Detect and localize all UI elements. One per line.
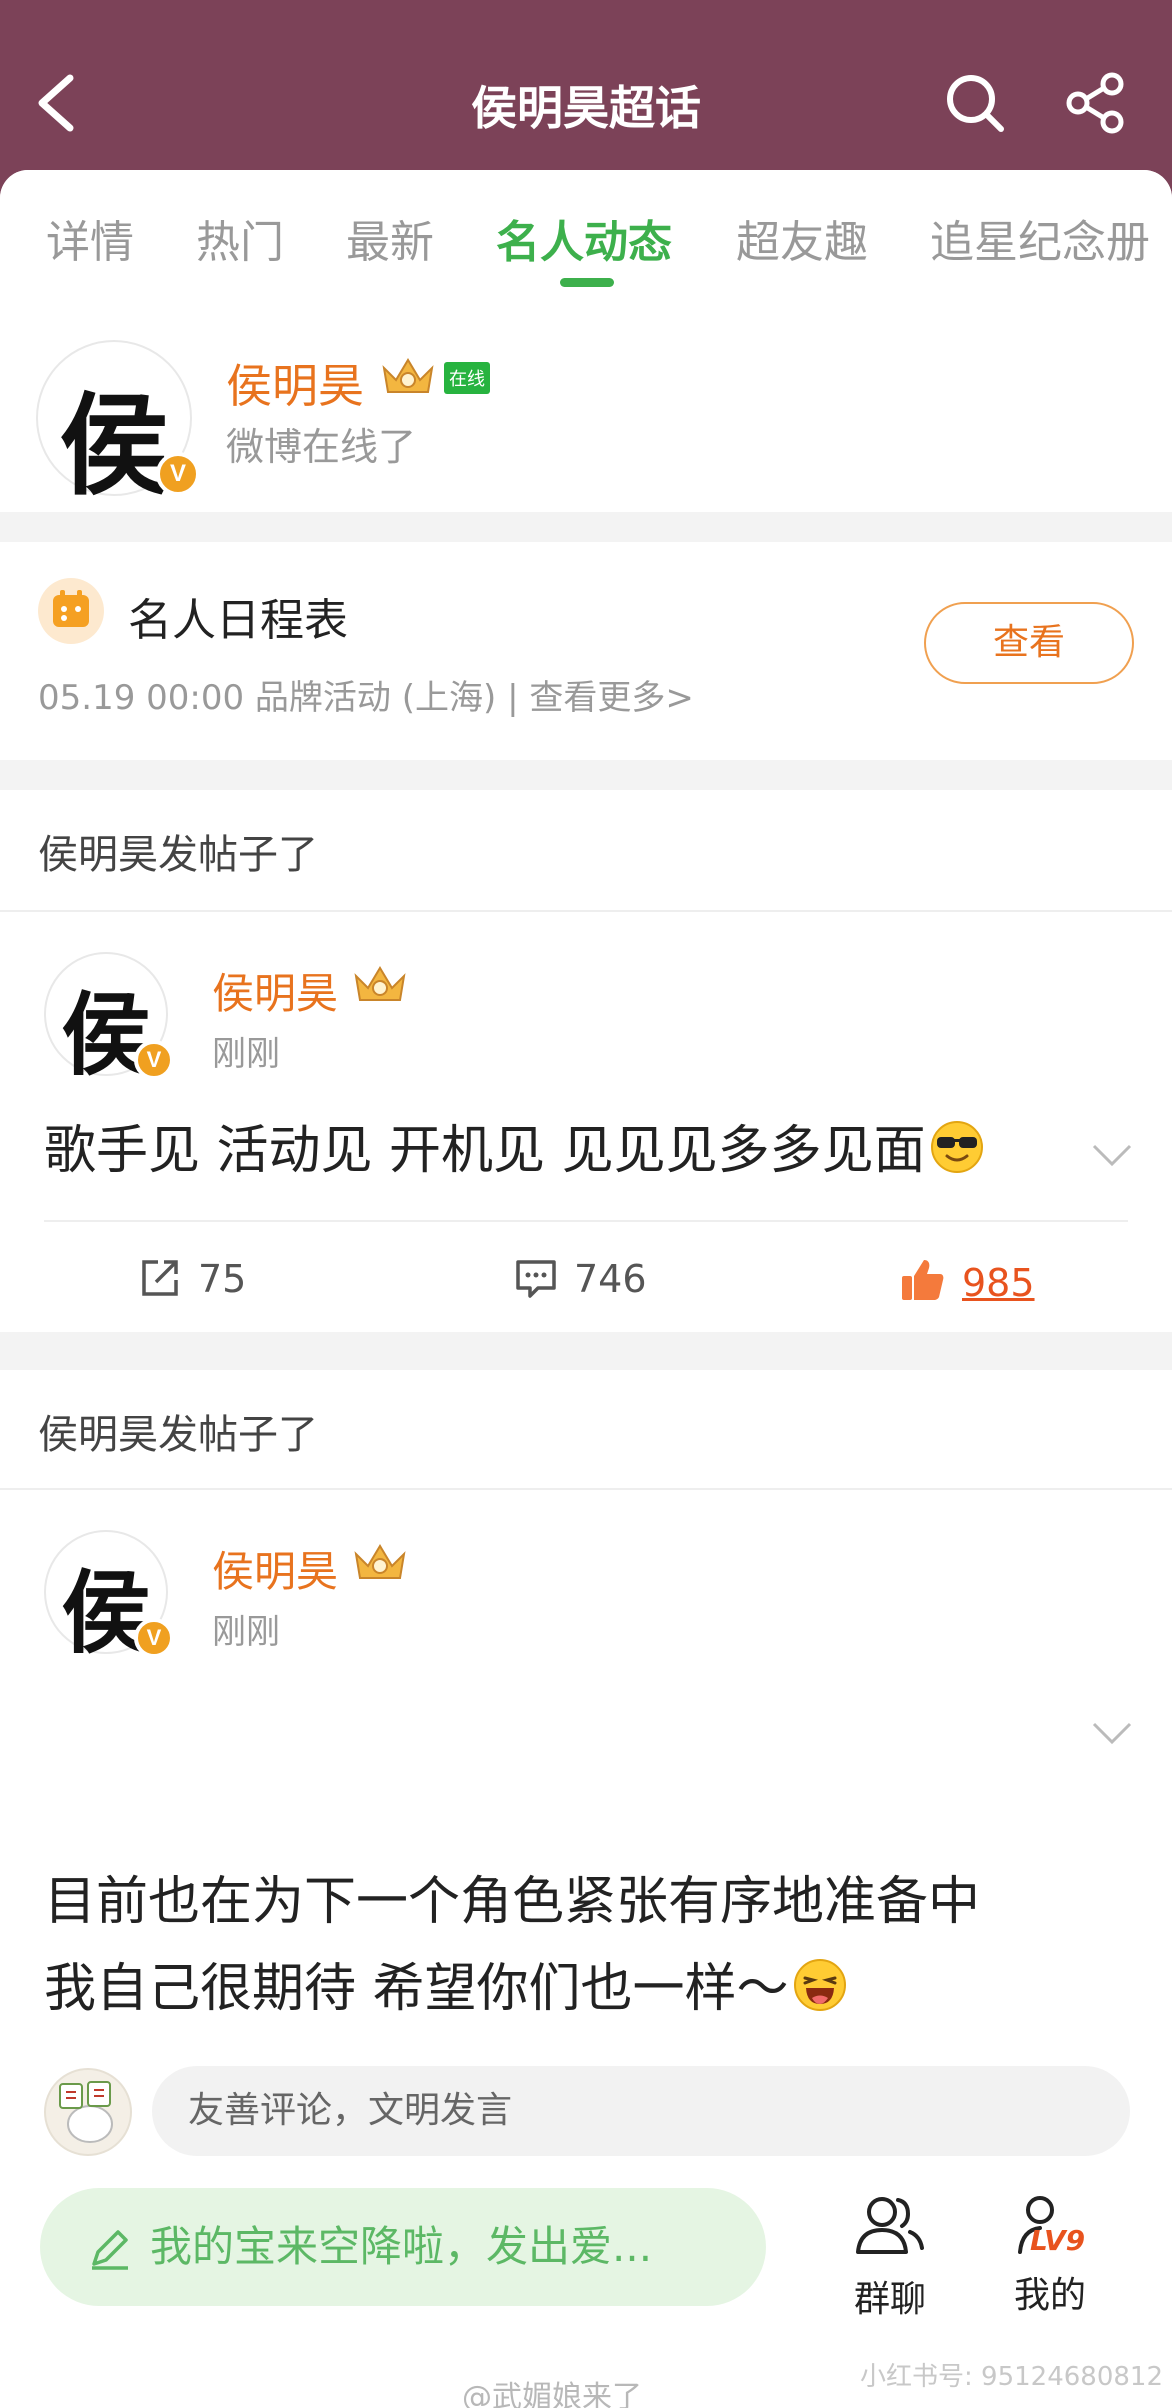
- bottom-bar: 我的宝来空降啦，发出爱... 群聊 LV9 我的 小红书号: 951246808…: [0, 2166, 1172, 2408]
- like-count: 985: [962, 1261, 1035, 1305]
- tab-hot[interactable]: 热门: [196, 206, 284, 270]
- verified-badge: V: [134, 1618, 174, 1658]
- celebrity-profile-card[interactable]: 侯 V 侯明昊 在线 微博在线了: [0, 300, 1172, 512]
- calendar-icon: [38, 578, 104, 644]
- tab-details[interactable]: 详情: [46, 206, 134, 270]
- pencil-icon: [92, 2230, 128, 2270]
- crown-icon: [382, 358, 434, 393]
- xiaohongshu-watermark: 小红书号: 95124680812: [860, 2362, 1163, 2392]
- comment-count: 746: [574, 1257, 647, 1301]
- post-text: 目前也在为下一个角色紧张有序地准备中: [44, 1876, 980, 1928]
- comment-input[interactable]: 友善评论，文明发言: [152, 2066, 1130, 2156]
- tab-celebrity-updates[interactable]: 名人动态: [496, 206, 672, 270]
- tab-fan-album[interactable]: 追星纪念册: [930, 206, 1150, 270]
- compose-input[interactable]: 我的宝来空降啦，发出爱...: [40, 2188, 766, 2306]
- online-badge: 在线: [444, 362, 490, 394]
- post-card: 侯明昊发帖子了 侯 V 侯明昊 刚刚 歌手见 活动见 开机见 见见见多多见面 7…: [0, 790, 1172, 1332]
- verified-badge: V: [134, 1040, 174, 1080]
- group-chat-button[interactable]: 群聊: [830, 2188, 950, 2322]
- search-icon[interactable]: [944, 72, 1006, 134]
- verified-badge: V: [156, 452, 200, 496]
- chevron-down-icon[interactable]: [1092, 1144, 1132, 1168]
- post-text-line: 歌手见 活动见 开机见 见见见多多见面: [44, 1121, 926, 1181]
- divider: [0, 910, 1172, 912]
- post-text: 我自己很期待 希望你们也一样～: [44, 1958, 847, 2015]
- comment-button[interactable]: 746: [514, 1256, 647, 1301]
- celebrity-name[interactable]: 侯明昊: [226, 350, 364, 416]
- view-schedule-button[interactable]: 查看: [924, 602, 1134, 684]
- group-chat-icon: [856, 2197, 924, 2254]
- crown-icon: [354, 1544, 406, 1579]
- post-time: 刚刚: [212, 1612, 280, 1652]
- active-tab-indicator: [560, 278, 614, 287]
- post-text: 歌手见 活动见 开机见 见见见多多见面: [44, 1120, 984, 1177]
- cartoon-avatar-icon: [59, 2081, 113, 2143]
- thumbs-up-icon: [902, 1260, 944, 1300]
- divider: [44, 1220, 1128, 1222]
- post-time: 刚刚: [212, 1034, 280, 1074]
- tab-bar: 详情 热门 最新 名人动态 超友趣 追星纪念册: [0, 170, 1172, 300]
- group-chat-label: 群聊: [853, 2279, 926, 2320]
- comment-row: 友善评论，文明发言: [0, 2066, 1172, 2160]
- schedule-info-link[interactable]: 05.19 00:00 品牌活动 (上海) | 查看更多>: [38, 670, 694, 719]
- comment-icon: [516, 1260, 556, 1298]
- repost-button[interactable]: 75: [138, 1256, 246, 1301]
- chevron-down-icon[interactable]: [1092, 1722, 1132, 1746]
- schedule-title: 名人日程表: [128, 595, 348, 646]
- repost-count: 75: [198, 1257, 247, 1301]
- tab-fan-fun[interactable]: 超友趣: [736, 206, 868, 270]
- post-card: 侯明昊发帖子了 侯 V 侯明昊 刚刚 目前也在为下一个角色紧张有序地准备中 我自…: [0, 1370, 1172, 2300]
- avatar[interactable]: 侯 V: [36, 340, 200, 510]
- post-section-label: 侯明昊发帖子了: [38, 1412, 318, 1458]
- mine-button[interactable]: LV9 我的: [990, 2188, 1110, 2318]
- weibo-watermark: @武媚娘来了: [462, 2380, 642, 2408]
- schedule-card: 名人日程表 05.19 00:00 品牌活动 (上海) | 查看更多> 查看: [0, 542, 1172, 760]
- divider: [0, 1488, 1172, 1490]
- crown-icon: [354, 966, 406, 1001]
- share-icon[interactable]: [1064, 72, 1126, 134]
- tab-latest[interactable]: 最新: [346, 206, 434, 270]
- post-text-line: 我自己很期待 希望你们也一样～: [44, 1959, 789, 2019]
- top-bar: 侯明昊超话: [0, 0, 1172, 190]
- repost-icon: [142, 1260, 178, 1296]
- post-author[interactable]: 侯明昊: [212, 1538, 338, 1599]
- content-sheet: 详情 热门 最新 名人动态 超友趣 追星纪念册 侯 V 侯明昊 在线 微博在线了: [0, 170, 1172, 2408]
- post-author[interactable]: 侯明昊: [212, 960, 338, 1021]
- post-section-label: 侯明昊发帖子了: [38, 832, 318, 878]
- laughing-face-icon: [793, 1959, 846, 2011]
- like-button[interactable]: 985: [898, 1256, 1035, 1305]
- my-avatar[interactable]: [44, 2068, 132, 2156]
- post-text-line: 目前也在为下一个角色紧张有序地准备中: [44, 1872, 981, 1932]
- avatar[interactable]: 侯 V: [44, 1530, 174, 1666]
- avatar[interactable]: 侯 V: [44, 952, 174, 1088]
- sunglasses-face-icon: [930, 1121, 983, 1173]
- online-status: 微博在线了: [226, 425, 417, 469]
- mine-label: 我的: [1013, 2275, 1086, 2316]
- level-badge: LV9: [1030, 2224, 1086, 2257]
